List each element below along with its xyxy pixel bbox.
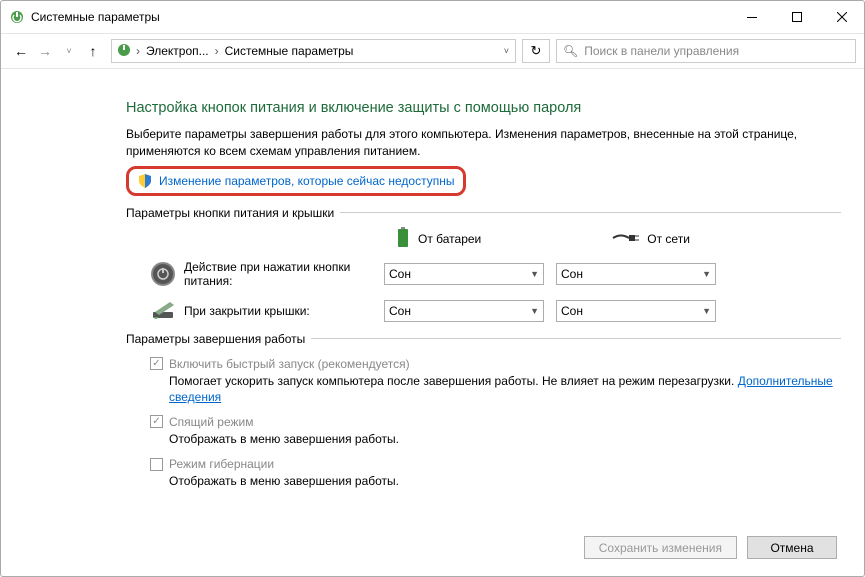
shield-icon — [137, 173, 153, 189]
recent-dropdown[interactable]: ˅ — [57, 39, 81, 63]
window-title: Системные параметры — [31, 10, 729, 24]
fast-startup-option: Включить быстрый запуск (рекомендуется) … — [150, 357, 841, 405]
breadcrumb-chevron-icon[interactable]: › — [213, 44, 221, 58]
group-label: Параметры завершения работы — [126, 332, 311, 346]
search-input[interactable]: 🔍︎ Поиск в панели управления — [556, 39, 856, 63]
cancel-button[interactable]: Отмена — [747, 536, 837, 559]
power-button-icon — [150, 261, 176, 287]
hibernate-checkbox — [150, 458, 163, 471]
breadcrumb-chevron-icon[interactable]: › — [134, 44, 142, 58]
maximize-button[interactable] — [774, 2, 819, 32]
breadcrumb-seg-1[interactable]: Электроп... — [142, 44, 213, 58]
power-button-battery-combo[interactable]: Сон▼ — [384, 263, 544, 285]
sleep-checkbox — [150, 415, 163, 428]
navbar: ← → ˅ ↑ › Электроп... › Системные параме… — [1, 33, 864, 69]
refresh-button[interactable]: ↻ — [522, 39, 550, 63]
power-icon — [116, 42, 132, 61]
plug-icon — [611, 231, 639, 248]
chevron-down-icon: ▼ — [530, 269, 539, 279]
change-unavailable-link[interactable]: Изменение параметров, которые сейчас нед… — [126, 166, 466, 196]
power-button-row: Действие при нажатии кнопки питания: Сон… — [150, 260, 841, 288]
sleep-option: Спящий режим Отображать в меню завершени… — [150, 415, 841, 447]
power-button-label: Действие при нажатии кнопки питания: — [184, 260, 384, 288]
fast-startup-checkbox — [150, 357, 163, 370]
page-description: Выберите параметры завершения работы для… — [126, 126, 841, 160]
sleep-label: Спящий режим — [169, 415, 253, 429]
chevron-down-icon: ▼ — [530, 306, 539, 316]
power-button-group: Параметры кнопки питания и крышки От бат… — [126, 212, 841, 324]
hibernate-label: Режим гибернации — [169, 457, 274, 471]
search-placeholder: Поиск в панели управления — [584, 44, 739, 58]
laptop-icon — [150, 298, 176, 324]
lid-mains-combo[interactable]: Сон▼ — [556, 300, 716, 322]
sleep-description: Отображать в меню завершения работы. — [169, 431, 841, 447]
search-icon: 🔍︎ — [563, 44, 578, 58]
save-button: Сохранить изменения — [584, 536, 737, 559]
back-button[interactable]: ← — [9, 39, 33, 63]
battery-icon — [396, 227, 410, 252]
forward-button: → — [33, 39, 57, 63]
close-button[interactable] — [819, 2, 864, 32]
breadcrumb-seg-2[interactable]: Системные параметры — [221, 44, 358, 58]
column-headers: От батареи От сети — [396, 227, 841, 252]
minimize-button[interactable] — [729, 2, 774, 32]
hibernate-description: Отображать в меню завершения работы. — [169, 473, 841, 489]
shutdown-settings-group: Параметры завершения работы Включить быс… — [126, 338, 841, 490]
chevron-down-icon: ▼ — [702, 306, 711, 316]
lid-close-label: При закрытии крышки: — [184, 304, 384, 318]
titlebar: Системные параметры — [1, 1, 864, 33]
power-button-mains-combo[interactable]: Сон▼ — [556, 263, 716, 285]
address-bar[interactable]: › Электроп... › Системные параметры ˅ — [111, 39, 516, 63]
chevron-down-icon: ▼ — [702, 269, 711, 279]
plugged-header: От сети — [611, 227, 690, 252]
group-label: Параметры кнопки питания и крышки — [126, 206, 340, 220]
lid-battery-combo[interactable]: Сон▼ — [384, 300, 544, 322]
fast-startup-label: Включить быстрый запуск (рекомендуется) — [169, 357, 410, 371]
content-area: Настройка кнопок питания и включение защ… — [126, 100, 841, 499]
footer: Сохранить изменения Отмена — [584, 536, 837, 559]
fast-startup-description: Помогает ускорить запуск компьютера посл… — [169, 373, 841, 405]
address-dropdown-icon[interactable]: ˅ — [502, 46, 511, 56]
hibernate-option: Режим гибернации Отображать в меню завер… — [150, 457, 841, 489]
system-icon — [9, 9, 25, 25]
page-title: Настройка кнопок питания и включение защ… — [126, 100, 841, 116]
up-button[interactable]: ↑ — [81, 39, 105, 63]
battery-header: От батареи — [396, 227, 481, 252]
lid-close-row: При закрытии крышки: Сон▼ Сон▼ — [150, 298, 841, 324]
change-unavailable-label: Изменение параметров, которые сейчас нед… — [159, 174, 455, 188]
